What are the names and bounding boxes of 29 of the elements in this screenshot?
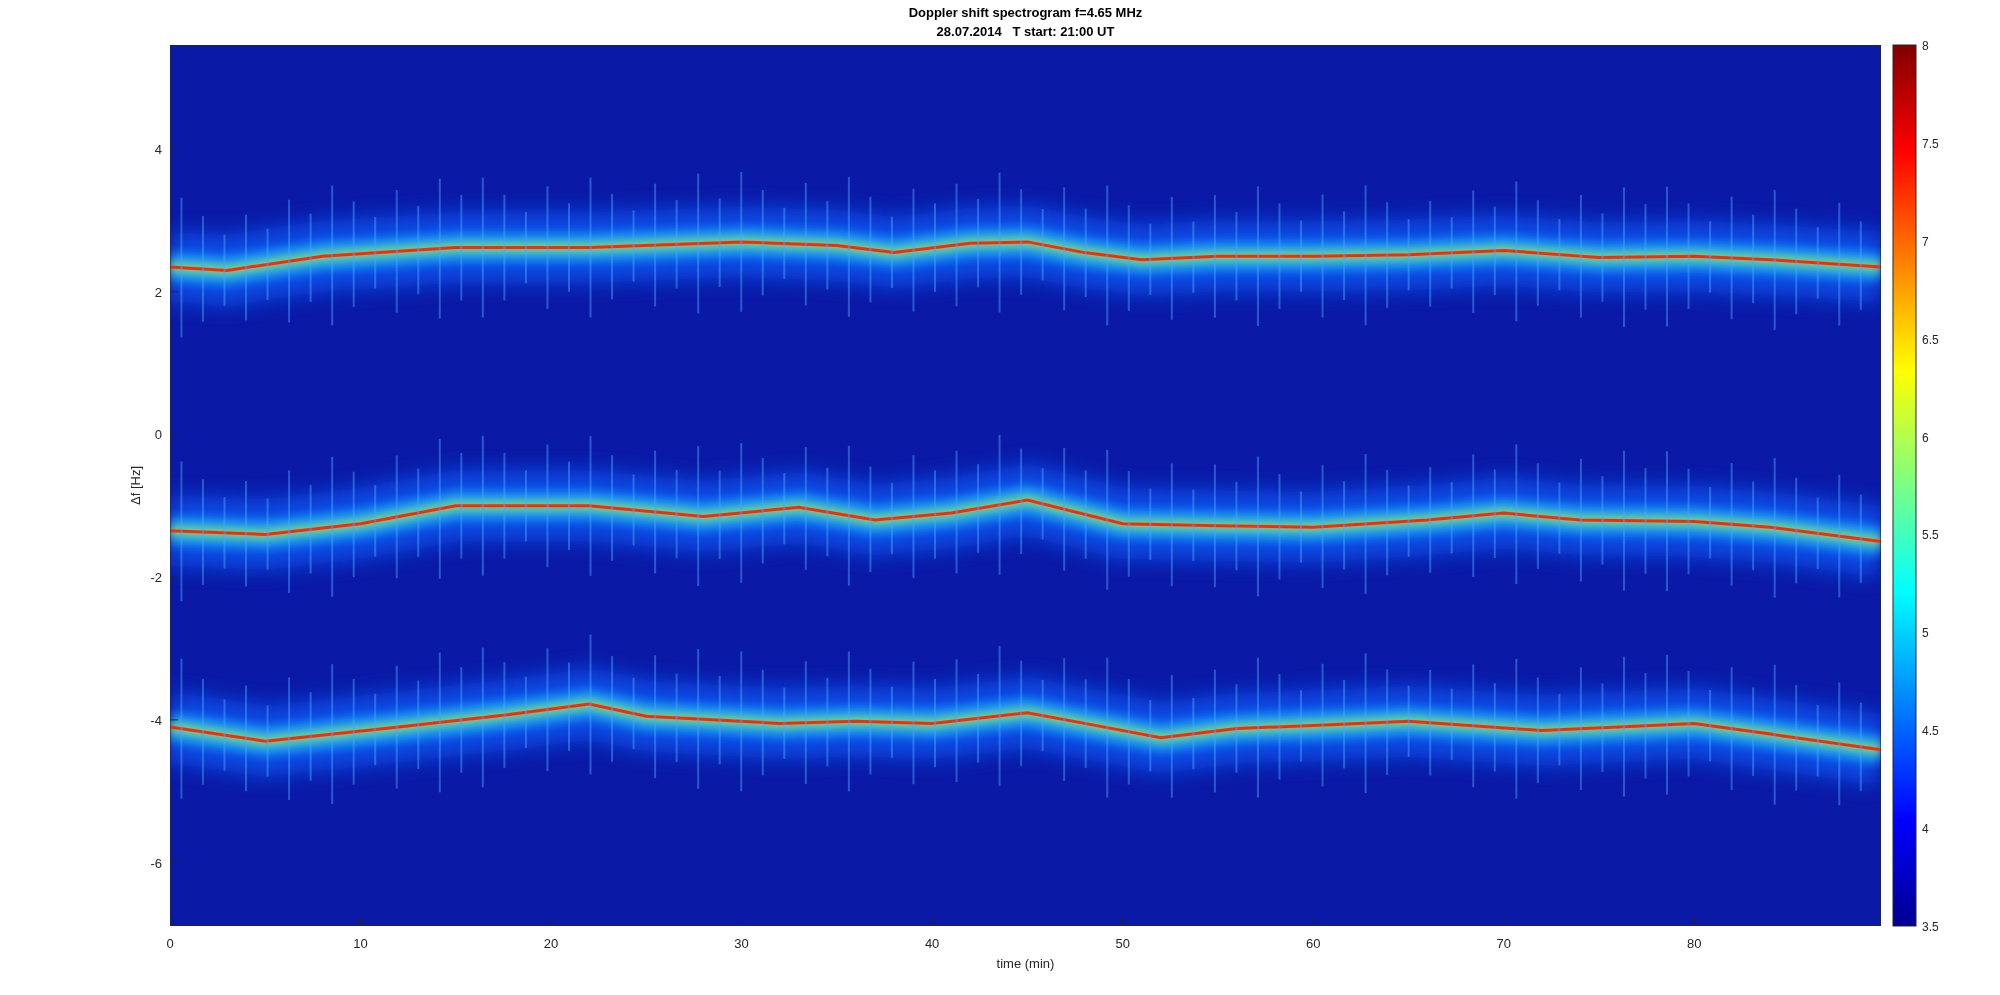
tick-label: 2 xyxy=(154,284,162,300)
tick-label: 10 xyxy=(353,936,368,951)
tick-label: 4 xyxy=(154,142,162,158)
tick-label: -4 xyxy=(150,712,162,728)
tick-label: 20 xyxy=(543,936,559,951)
tick-label: 70 xyxy=(1496,936,1511,951)
tick-label: -2 xyxy=(150,570,162,586)
tick-label: 0 xyxy=(166,936,174,951)
tick-label: 7.5 xyxy=(1922,136,1939,151)
x-axis-label: time (min) xyxy=(996,956,1055,971)
tick-label: 30 xyxy=(734,936,749,951)
plot-subtitle: 28.07.2014 T start: 21:00 UT xyxy=(936,24,1115,39)
tick-label: 6 xyxy=(1922,430,1929,445)
tick-label: 4.5 xyxy=(1922,724,1939,739)
tick-label: 40 xyxy=(924,936,940,951)
tick-label: 7 xyxy=(1922,234,1929,249)
y-axis-label: Δf [Hz] xyxy=(128,466,143,505)
tick-label: 50 xyxy=(1115,936,1130,951)
tick-label: 5.5 xyxy=(1922,528,1939,543)
tick-label: 0 xyxy=(154,427,162,443)
plot-title: Doppler shift spectrogram f=4.65 MHz xyxy=(908,5,1143,20)
tick-label: 4 xyxy=(1922,822,1929,837)
tick-label: 60 xyxy=(1305,936,1321,951)
tick-label: 5 xyxy=(1922,626,1929,641)
tick-label: 8 xyxy=(1922,39,1929,53)
tick-label: 6.5 xyxy=(1922,332,1939,347)
tick-label: -6 xyxy=(150,855,162,871)
tick-label: 3.5 xyxy=(1922,920,1939,934)
tick-label: 80 xyxy=(1687,936,1702,951)
